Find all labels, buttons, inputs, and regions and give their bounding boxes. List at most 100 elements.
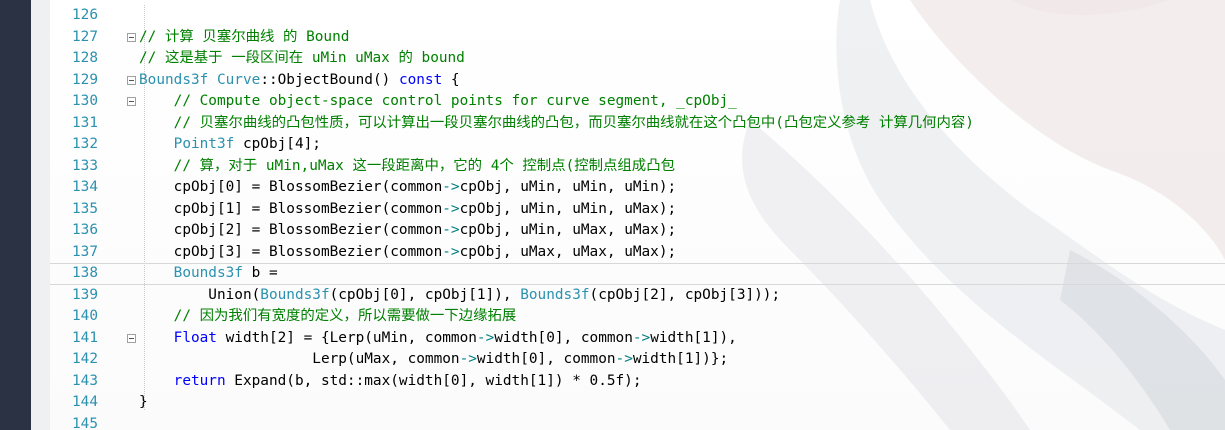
- code-token: {: [442, 71, 460, 88]
- code-text: Float width[2] = {Lerp(uMin, common->wid…: [139, 328, 737, 350]
- code-text: // 因为我们有宽度的定义，所以需要做一下边缘拓展: [139, 306, 517, 328]
- code-line[interactable]: 134 cpObj[0] = BlossomBezier(common->cpO…: [50, 177, 1225, 199]
- code-text: Point3f cpObj[4];: [139, 134, 321, 156]
- line-number: 143: [72, 372, 98, 389]
- code-token: width[1])};: [632, 351, 729, 367]
- code-text: Lerp(uMax, common->width[0], common->wid…: [139, 349, 728, 371]
- code-token: // 贝塞尔曲线的凸包性质，可以计算出一段贝塞尔曲线的凸包，而贝塞尔曲线就在这个…: [139, 114, 974, 131]
- line-number: 127: [72, 28, 98, 45]
- code-line[interactable]: 136 cpObj[2] = BlossomBezier(common->cpO…: [50, 220, 1225, 242]
- code-token: ->: [442, 222, 460, 238]
- code-token: Lerp(uMax, common: [139, 351, 460, 367]
- code-token: ->: [442, 200, 460, 217]
- code-token: width[0], common: [476, 351, 616, 367]
- code-token: cpObj, uMin, uMin, uMin);: [459, 179, 677, 195]
- code-token: Point3f: [139, 136, 235, 152]
- line-number: 141: [72, 329, 98, 346]
- line-number: 129: [72, 71, 98, 88]
- code-text: return Expand(b, std::max(width[0], widt…: [139, 371, 642, 393]
- line-number: 133: [72, 157, 98, 174]
- code-token: return: [139, 372, 226, 389]
- code-line[interactable]: 138 Bounds3f b =: [50, 263, 1225, 285]
- code-line[interactable]: 128 // 这是基于 一段区间在 uMin uMax 的 bound: [50, 48, 1225, 70]
- code-editor[interactable]: 126 127 // 计算 贝塞尔曲线 的 Bound 128 // 这是基于 一段区间…: [50, 0, 1225, 430]
- code-token: // Compute object-space control points f…: [139, 93, 737, 109]
- code-token: // 因为我们有宽度的定义，所以需要做一下边缘拓展: [139, 308, 517, 324]
- code-line[interactable]: 127 // 计算 贝塞尔曲线 的 Bound: [50, 27, 1225, 49]
- code-line[interactable]: 126: [50, 5, 1225, 27]
- line-number: 131: [72, 114, 98, 131]
- code-line[interactable]: 130 // Compute object-space control poin…: [50, 91, 1225, 113]
- code-line[interactable]: 144}: [50, 392, 1225, 414]
- code-line[interactable]: 139 Union(Bounds3f(cpObj[0], cpObj[1]), …: [50, 285, 1225, 307]
- code-token: cpObj, uMin, uMin, uMax);: [459, 200, 677, 217]
- line-number: 138: [72, 265, 98, 281]
- code-line[interactable]: 140 // 因为我们有宽度的定义，所以需要做一下边缘拓展: [50, 306, 1225, 328]
- line-number: 139: [72, 286, 98, 303]
- code-text: // 算，对于 uMin,uMax 这一段距离中，它的 4个 控制点(控制点组成…: [139, 156, 675, 178]
- code-line[interactable]: 141 Float width[2] = {Lerp(uMin, common-…: [50, 328, 1225, 350]
- code-token: Bounds3f: [139, 71, 209, 88]
- code-text: cpObj[2] = BlossomBezier(common->cpObj, …: [139, 220, 677, 242]
- code-text: }: [139, 392, 148, 414]
- code-token: ::ObjectBound(): [260, 71, 399, 88]
- code-token: cpObj, uMax, uMax, uMax);: [459, 243, 677, 260]
- line-number: 136: [72, 222, 98, 238]
- code-text: cpObj[3] = BlossomBezier(common->cpObj, …: [139, 242, 677, 264]
- glyph-margin: [31, 0, 50, 430]
- code-text: cpObj[1] = BlossomBezier(common->cpObj, …: [139, 199, 677, 221]
- code-token: // 算，对于 uMin,uMax 这一段距离中，它的 4个 控制点(控制点组成…: [139, 157, 675, 174]
- code-token: cpObj[3] = BlossomBezier(common: [139, 243, 443, 260]
- code-token: Curve: [216, 71, 261, 88]
- code-token: ->: [615, 351, 633, 367]
- code-line[interactable]: 131 // 贝塞尔曲线的凸包性质，可以计算出一段贝塞尔曲线的凸包，而贝塞尔曲线…: [50, 113, 1225, 135]
- fold-toggle-icon[interactable]: [127, 97, 136, 106]
- code-line[interactable]: 143 return Expand(b, std::max(width[0], …: [50, 371, 1225, 393]
- code-text: Union(Bounds3f(cpObj[0], cpObj[1]), Boun…: [139, 285, 780, 307]
- line-number: 144: [72, 394, 98, 410]
- code-token: // 计算 贝塞尔曲线 的 Bound: [139, 28, 350, 45]
- code-text: cpObj[0] = BlossomBezier(common->cpObj, …: [139, 177, 677, 199]
- code-lines: 126 127 // 计算 贝塞尔曲线 的 Bound 128 // 这是基于 一段区间…: [50, 5, 1225, 430]
- code-token: Bounds3f: [260, 286, 330, 303]
- line-number: 145: [72, 415, 98, 430]
- code-token: Float: [139, 329, 217, 346]
- code-text: Bounds3f b =: [139, 264, 278, 284]
- code-token: cpObj, uMin, uMax, uMax);: [459, 222, 677, 238]
- code-line[interactable]: 135 cpObj[1] = BlossomBezier(common->cpO…: [50, 199, 1225, 221]
- line-number: 135: [72, 200, 98, 217]
- code-line[interactable]: 145: [50, 414, 1225, 430]
- code-line[interactable]: 133 // 算，对于 uMin,uMax 这一段距离中，它的 4个 控制点(控…: [50, 156, 1225, 178]
- code-token: Bounds3f: [139, 265, 243, 281]
- code-token: width[0], common: [494, 329, 633, 346]
- code-text: Bounds3f Curve::ObjectBound() const {: [139, 70, 460, 92]
- line-number: 137: [72, 243, 98, 260]
- code-line[interactable]: 129 Bounds3f Curve::ObjectBound() const {: [50, 70, 1225, 92]
- code-token: ->: [442, 243, 460, 260]
- code-token: ->: [459, 351, 477, 367]
- code-token: b =: [242, 265, 278, 281]
- code-text: // 计算 贝塞尔曲线 的 Bound: [139, 27, 349, 49]
- line-number: 130: [72, 93, 98, 109]
- code-line[interactable]: 142 Lerp(uMax, common->width[0], common-…: [50, 349, 1225, 371]
- line-number: 142: [72, 351, 98, 367]
- code-token: cpObj[2] = BlossomBezier(common: [139, 222, 443, 238]
- code-token: const: [398, 71, 443, 88]
- code-text: // Compute object-space control points f…: [139, 91, 737, 113]
- code-token: ->: [442, 179, 460, 195]
- fold-toggle-icon[interactable]: [127, 333, 136, 343]
- fold-toggle-icon[interactable]: [127, 75, 136, 85]
- code-token: cpObj[1] = BlossomBezier(common: [139, 200, 443, 217]
- code-line[interactable]: 132 Point3f cpObj[4];: [50, 134, 1225, 156]
- line-number: 140: [72, 308, 98, 324]
- code-line[interactable]: 137 cpObj[3] = BlossomBezier(common->cpO…: [50, 242, 1225, 264]
- code-token: width[2] = {Lerp(uMin, common: [216, 329, 477, 346]
- code-token: ->: [632, 329, 651, 346]
- code-text: // 贝塞尔曲线的凸包性质，可以计算出一段贝塞尔曲线的凸包，而贝塞尔曲线就在这个…: [139, 113, 974, 135]
- code-token: width[1]),: [650, 329, 737, 346]
- code-token: ->: [476, 329, 495, 346]
- fold-toggle-icon[interactable]: [127, 32, 136, 42]
- line-number: 132: [72, 136, 98, 152]
- left-dock-bar: [0, 0, 31, 430]
